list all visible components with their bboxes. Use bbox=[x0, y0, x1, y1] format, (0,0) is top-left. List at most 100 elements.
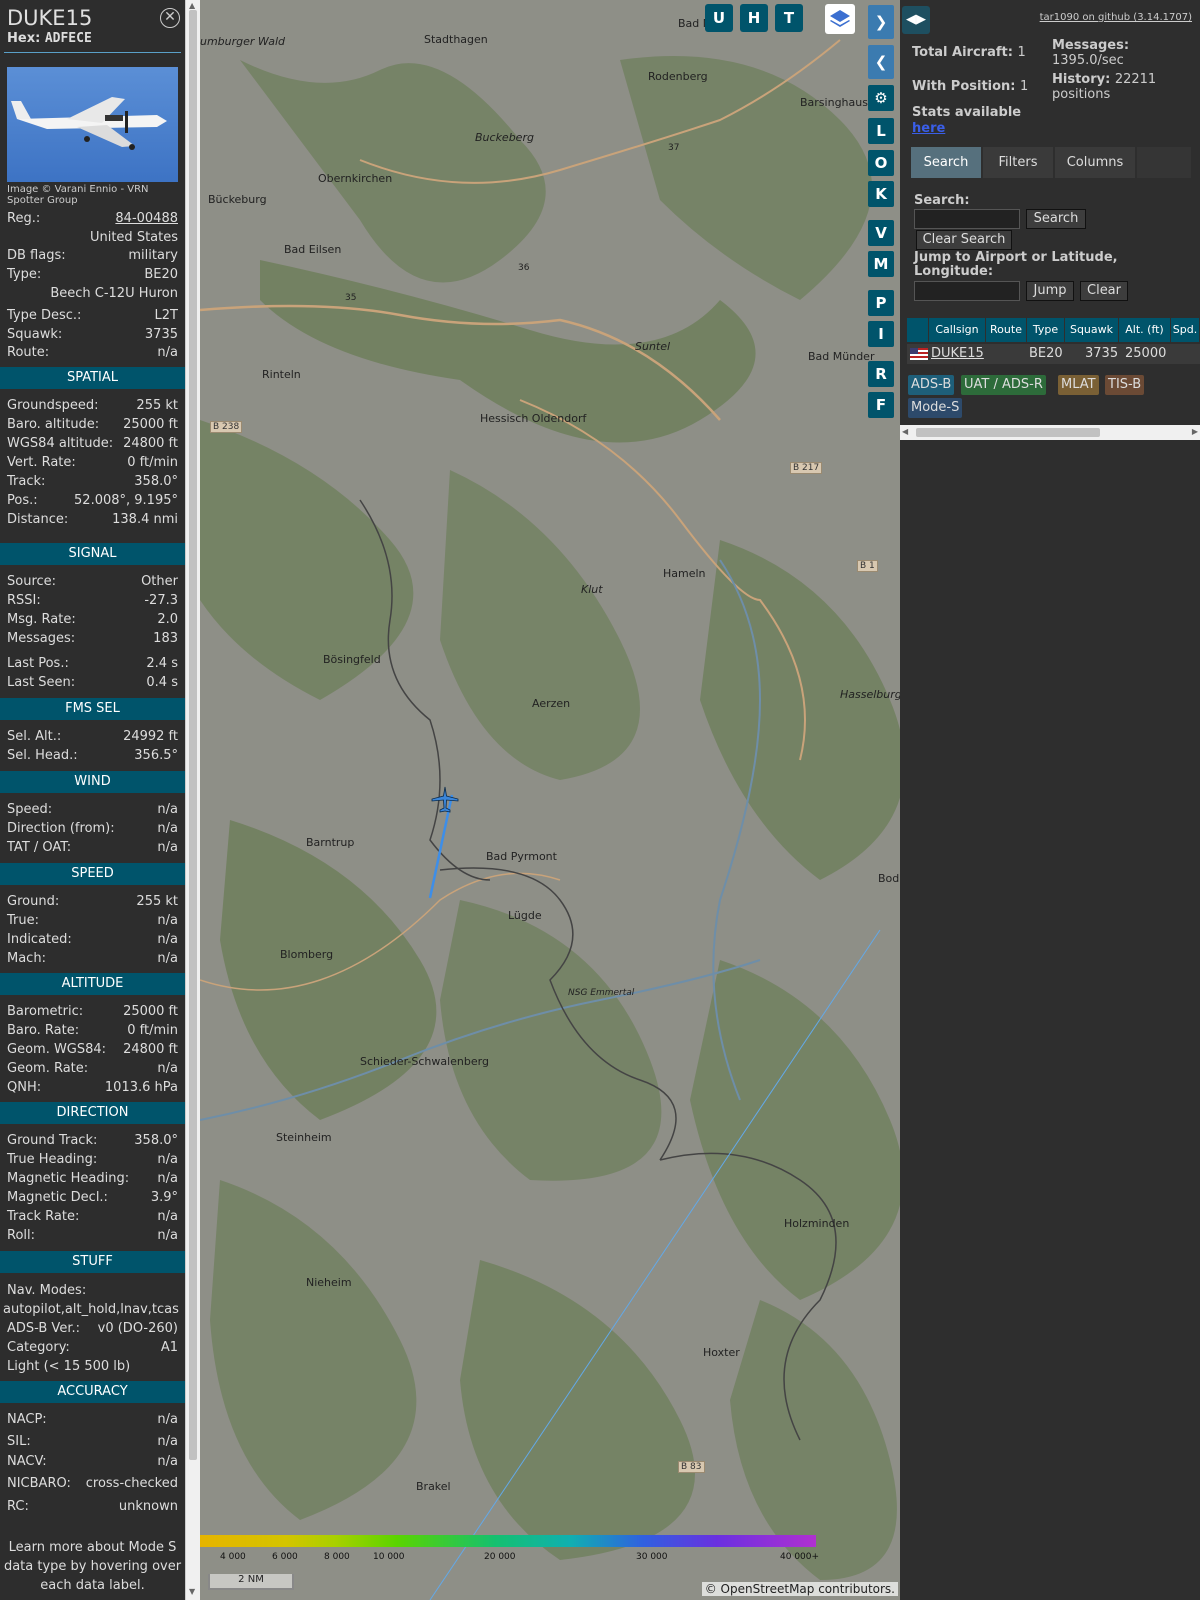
scroll-left-icon[interactable]: ◀ bbox=[902, 427, 908, 436]
search-button[interactable]: Search bbox=[1026, 209, 1086, 229]
section-speed: SPEED bbox=[0, 863, 185, 885]
side-button-r[interactable]: R bbox=[868, 361, 894, 387]
section-accuracy: ACCURACY bbox=[0, 1381, 185, 1403]
history-stat: History: 22211 positions bbox=[1052, 72, 1192, 102]
nav-modes-label: Nav. Modes: bbox=[7, 1283, 87, 1298]
info-row-label: Last Seen: bbox=[7, 675, 76, 690]
info-row-label: Sel. Head.: bbox=[7, 748, 78, 763]
side-button-p[interactable]: P bbox=[868, 290, 894, 316]
scale-label: 20 000 bbox=[484, 1552, 516, 1562]
layers-button[interactable] bbox=[825, 4, 855, 34]
info-row-value: n/a bbox=[157, 1171, 178, 1186]
tab-empty bbox=[1137, 147, 1191, 178]
with-position-value: 1 bbox=[1020, 79, 1029, 94]
info-row-value: 24992 ft bbox=[123, 729, 178, 744]
close-icon[interactable]: ✕ bbox=[160, 8, 180, 28]
expand-collapse-icon[interactable]: ◀▶ bbox=[902, 6, 930, 34]
side-button-f[interactable]: F bbox=[868, 392, 894, 418]
info-row: Direction (from): n/a bbox=[7, 821, 178, 839]
info-row-label: Reg.: bbox=[7, 211, 41, 226]
column-route[interactable]: Route bbox=[986, 318, 1027, 342]
column-speed[interactable]: Spd. bbox=[1171, 318, 1200, 342]
info-row-label: Distance: bbox=[7, 512, 69, 527]
column-type[interactable]: Type bbox=[1027, 318, 1065, 342]
info-row-label: Pos.: bbox=[7, 493, 38, 508]
hscrollbar-thumb[interactable] bbox=[916, 428, 1100, 437]
clear-button[interactable]: Clear bbox=[1080, 281, 1128, 301]
info-row: Baro. Rate: 0 ft/min bbox=[7, 1023, 178, 1041]
info-row-value: n/a bbox=[157, 1454, 178, 1469]
side-button-o[interactable]: O bbox=[868, 150, 894, 176]
column-squawk[interactable]: Squawk bbox=[1065, 318, 1119, 342]
info-row-label: RC: bbox=[7, 1499, 29, 1514]
info-row-value: 0.4 s bbox=[146, 675, 178, 690]
aircraft-icon bbox=[431, 786, 459, 813]
search-input[interactable] bbox=[914, 209, 1020, 229]
info-row-label: Geom. Rate: bbox=[7, 1061, 89, 1076]
info-row: WGS84 altitude: 24800 ft bbox=[7, 436, 178, 454]
side-button-v[interactable]: V bbox=[868, 220, 894, 246]
info-row: Squawk: 3735 bbox=[7, 327, 178, 345]
github-link[interactable]: tar1090 on github (3.14.1707) bbox=[1040, 12, 1192, 23]
layer-button-u[interactable]: U bbox=[705, 4, 733, 32]
info-row: RSSI: -27.3 bbox=[7, 593, 178, 611]
side-button-l[interactable]: L bbox=[868, 118, 894, 144]
side-button-i[interactable]: I bbox=[868, 321, 894, 347]
layer-button-h[interactable]: H bbox=[740, 4, 768, 32]
info-row-value: 25000 ft bbox=[123, 417, 178, 432]
search-label: Search: bbox=[914, 193, 970, 208]
column-callsign[interactable]: Callsign bbox=[929, 318, 986, 342]
info-row-value: n/a bbox=[157, 913, 178, 928]
scroll-up-icon[interactable]: ▲ bbox=[189, 1, 195, 10]
badge-tisb: TIS-B bbox=[1105, 375, 1145, 395]
info-row-label: Track Rate: bbox=[7, 1209, 80, 1224]
info-row-label: True: bbox=[7, 913, 39, 928]
flag-column-header[interactable] bbox=[907, 318, 929, 342]
aircraft-list-hscrollbar[interactable]: ◀ ▶ bbox=[900, 425, 1200, 440]
clear-search-button[interactable]: Clear Search bbox=[916, 230, 1012, 250]
section-signal: SIGNAL bbox=[0, 543, 185, 565]
side-button-m[interactable]: M bbox=[868, 251, 894, 277]
info-row-value: United States bbox=[89, 230, 178, 245]
scrollbar-thumb[interactable] bbox=[189, 10, 197, 1460]
info-row-value: n/a bbox=[157, 345, 178, 360]
info-row: Distance: 138.4 nmi bbox=[7, 512, 178, 530]
nav-modes-row: Nav. Modes: bbox=[7, 1283, 178, 1301]
jump-button[interactable]: Jump bbox=[1026, 281, 1074, 301]
chevron-right-icon[interactable]: ❯ bbox=[868, 5, 894, 39]
tab-search[interactable]: Search bbox=[911, 147, 981, 178]
info-row: True Heading: n/a bbox=[7, 1152, 178, 1170]
total-aircraft: Total Aircraft: 1 bbox=[912, 45, 1026, 60]
aircraft-photo[interactable] bbox=[7, 67, 178, 182]
row-callsign[interactable]: DUKE15 bbox=[931, 344, 984, 364]
gear-icon[interactable]: ⚙ bbox=[868, 85, 894, 111]
info-row-label: Indicated: bbox=[7, 932, 72, 947]
info-row-value: n/a bbox=[157, 1152, 178, 1167]
tab-columns[interactable]: Columns bbox=[1055, 147, 1135, 178]
stats-link[interactable]: here bbox=[912, 121, 945, 136]
info-row: Messages: 183 bbox=[7, 631, 178, 649]
messages-value: 1395.0/sec bbox=[1052, 53, 1124, 68]
info-row-label: Baro. altitude: bbox=[7, 417, 100, 432]
adsb-version-row: ADS-B Ver.: v0 (DO-260) bbox=[7, 1321, 178, 1339]
category-description: Light (< 15 500 lb) bbox=[7, 1359, 131, 1374]
registration-link[interactable]: 84-00488 bbox=[115, 211, 178, 226]
column-altitude[interactable]: Alt. (ft) bbox=[1119, 318, 1171, 342]
layer-button-t[interactable]: T bbox=[775, 4, 803, 32]
hex-value: ADFECE bbox=[44, 31, 92, 46]
total-aircraft-value: 1 bbox=[1017, 45, 1026, 60]
tab-filters[interactable]: Filters bbox=[983, 147, 1053, 178]
info-row-label: Squawk: bbox=[7, 327, 63, 342]
scroll-down-icon[interactable]: ▼ bbox=[189, 1587, 195, 1596]
map-view[interactable]: Stadthagen Rodenberg Barsinghause Obernk… bbox=[200, 0, 900, 1600]
scroll-right-icon[interactable]: ▶ bbox=[1192, 427, 1198, 436]
info-row-label: Last Pos.: bbox=[7, 656, 69, 671]
info-panel-scrollbar[interactable]: ▲ ▼ bbox=[185, 0, 200, 1600]
chevron-left-icon[interactable]: ❮ bbox=[868, 45, 894, 79]
total-aircraft-label: Total Aircraft: bbox=[912, 45, 1013, 60]
info-row-label: Magnetic Heading: bbox=[7, 1171, 130, 1186]
badge-mode-s: Mode-S bbox=[908, 398, 963, 418]
side-button-k[interactable]: K bbox=[868, 181, 894, 207]
jump-input[interactable] bbox=[914, 281, 1020, 301]
aircraft-marker[interactable] bbox=[430, 785, 460, 815]
